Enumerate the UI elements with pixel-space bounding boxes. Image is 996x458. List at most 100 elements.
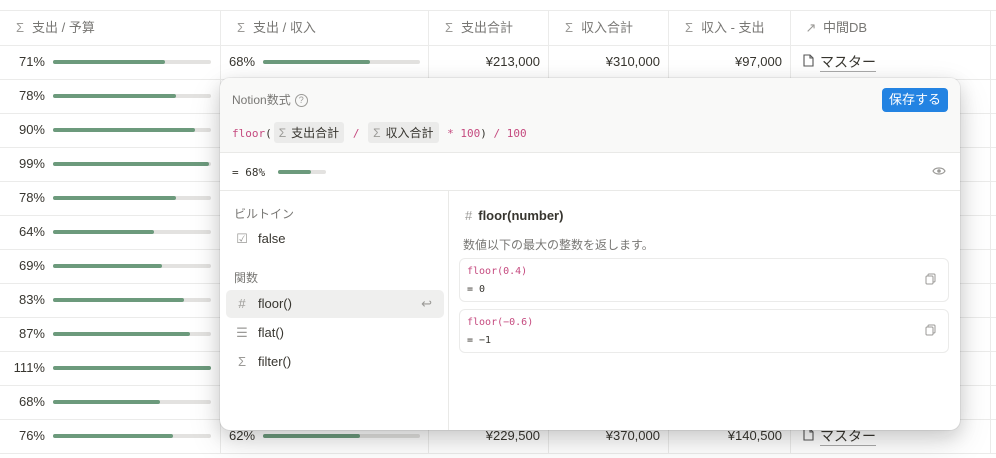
- budget-ratio-value: 83%: [18, 292, 45, 307]
- budget-ratio-bar-fill: [53, 298, 185, 302]
- budget-ratio-bar-fill: [53, 128, 196, 132]
- formula-number: 100: [460, 127, 481, 140]
- copy-icon[interactable]: [925, 273, 936, 288]
- number-hash-icon: #: [465, 208, 473, 223]
- function-example: floor(0.4) = 0: [459, 258, 949, 302]
- sigma-icon: Σ: [444, 20, 454, 35]
- formula-operator: /: [493, 127, 501, 140]
- budget-ratio-bar-fill: [53, 400, 161, 404]
- function-detail-title-text: floor(number): [478, 208, 564, 223]
- suggestion-item-floor[interactable]: # floor() ↩: [226, 290, 444, 318]
- formula-suggestion-list: ビルトイン ☑ false 関数 # floor() ↩ ☰ flat() Σfilte…: [220, 191, 449, 430]
- formula-editor-title: Notion数式?: [232, 91, 308, 108]
- budget-ratio-bar-fill: [53, 60, 166, 64]
- formula-editor-title-text: Notion数式: [232, 93, 291, 107]
- table-cell[interactable]: 64%: [0, 215, 221, 249]
- budget-ratio-bar-fill: [53, 94, 177, 98]
- table-cell[interactable]: 78%: [0, 79, 221, 113]
- budget-ratio-value: 90%: [18, 122, 45, 137]
- budget-ratio-bar: [53, 332, 211, 336]
- property-chip-income-total[interactable]: Σ 収入合計: [368, 122, 439, 143]
- formula-result-value: = 68%: [232, 166, 266, 179]
- budget-ratio-bar-fill: [53, 434, 174, 438]
- table-cell[interactable]: 83%: [0, 283, 221, 317]
- suggestion-item-label: false: [258, 231, 286, 246]
- income-total-value: ¥310,000: [605, 54, 660, 69]
- income-minus-expense-value: ¥97,000: [735, 54, 782, 69]
- table-cell[interactable]: 68%: [0, 385, 221, 419]
- budget-ratio-bar-fill: [53, 196, 177, 200]
- table-cell[interactable]: 69%: [0, 249, 221, 283]
- suggestion-item-false[interactable]: ☑ false: [226, 225, 444, 253]
- suggestion-item-flat[interactable]: ☰ flat(): [226, 319, 444, 347]
- sigma-icon: Σ: [15, 20, 25, 35]
- formula-editor-popup: Notion数式? 保存する floor(Σ 支出合計 / Σ 収入合計 * 100…: [220, 78, 960, 430]
- column-header-expense-total[interactable]: Σ 支出合計: [429, 11, 549, 45]
- table-cell[interactable]: 71%: [0, 45, 221, 79]
- eye-icon[interactable]: [932, 164, 946, 179]
- table-row[interactable]: 71% 68% ¥213,000 ¥310,000 ¥97,000 マスター: [0, 45, 996, 80]
- suggestion-item-filter[interactable]: Σfilter(): [226, 348, 444, 376]
- formula-input[interactable]: floor(Σ 支出合計 / Σ 収入合計 * 100) / 100: [232, 122, 527, 143]
- save-button[interactable]: 保存する: [881, 88, 948, 112]
- budget-ratio-value: 76%: [18, 428, 45, 443]
- table-cell[interactable]: ¥310,000: [549, 45, 669, 79]
- formula-result-preview: = 68%: [220, 153, 960, 191]
- sigma-icon: Σ: [236, 20, 246, 35]
- budget-ratio-value: 111%: [13, 360, 45, 375]
- formula-operator: *: [447, 127, 454, 140]
- example-result: = −1: [467, 335, 492, 346]
- table-cell[interactable]: ¥97,000: [669, 45, 791, 79]
- copy-icon[interactable]: [925, 324, 936, 339]
- column-label: 支出 / 収入: [253, 20, 316, 35]
- budget-ratio-value: 78%: [18, 88, 45, 103]
- column-label: 支出 / 予算: [32, 20, 95, 35]
- budget-ratio-value: 78%: [18, 190, 45, 205]
- property-chip-expense-total[interactable]: Σ 支出合計: [273, 122, 345, 143]
- table-cell[interactable]: 90%: [0, 113, 221, 147]
- property-chip-label: 収入合計: [385, 126, 434, 140]
- table-cell[interactable]: ¥213,000: [429, 45, 549, 79]
- section-label-functions: 関数: [234, 271, 259, 285]
- formula-operator: /: [352, 127, 360, 140]
- formula-function-name: floor: [232, 127, 266, 140]
- example-result: = 0: [467, 284, 486, 295]
- budget-ratio-bar: [53, 230, 211, 234]
- column-header-expense-income[interactable]: Σ 支出 / 収入: [221, 11, 429, 45]
- property-chip-label: 支出合計: [291, 126, 340, 140]
- table-cell[interactable]: 78%: [0, 181, 221, 215]
- budget-ratio-bar-fill: [53, 264, 163, 268]
- relation-link[interactable]: マスター: [803, 45, 876, 79]
- formula-paren: (: [265, 127, 272, 140]
- budget-ratio-bar: [53, 434, 211, 438]
- column-header-income-total[interactable]: Σ 収入合計: [549, 11, 669, 45]
- budget-ratio-bar: [53, 162, 211, 166]
- sigma-icon: Σ: [684, 20, 694, 35]
- number-hash-icon: #: [238, 296, 246, 311]
- budget-ratio-bar: [53, 196, 211, 200]
- budget-ratio-value: 99%: [18, 156, 45, 171]
- function-example: floor(−0.6) = −1: [459, 309, 949, 353]
- formula-result-bar-fill: [278, 170, 311, 174]
- sigma-icon: Σ: [237, 354, 247, 369]
- table-cell[interactable]: 111%: [0, 351, 221, 385]
- budget-ratio-bar-fill: [53, 230, 155, 234]
- sigma-icon: Σ: [278, 126, 287, 140]
- expense-total-value: ¥213,000: [485, 54, 540, 69]
- table-cell[interactable]: 68%: [221, 45, 429, 79]
- income-ratio-value: 68%: [229, 54, 256, 69]
- table-header: Σ 支出 / 予算 Σ 支出 / 収入 Σ 支出合計 Σ 収入合計 Σ 収入 - 支出 ↗…: [0, 10, 996, 46]
- column-label: 支出合計: [461, 20, 514, 35]
- formula-result-bar: [278, 170, 326, 174]
- table-cell[interactable]: 99%: [0, 147, 221, 181]
- help-icon[interactable]: ?: [294, 94, 308, 107]
- column-header-income-minus-expense[interactable]: Σ 収入 - 支出: [669, 11, 791, 45]
- column-header-relation-db[interactable]: ↗ 中間DB: [791, 11, 991, 45]
- budget-ratio-bar: [53, 400, 211, 404]
- sigma-icon: Σ: [564, 20, 574, 35]
- table-cell[interactable]: マスター: [791, 45, 991, 79]
- table-cell[interactable]: 87%: [0, 317, 221, 351]
- income-ratio-bar: [263, 434, 420, 438]
- table-cell[interactable]: 76%: [0, 419, 221, 453]
- column-header-expense-budget[interactable]: Σ 支出 / 予算: [0, 11, 221, 45]
